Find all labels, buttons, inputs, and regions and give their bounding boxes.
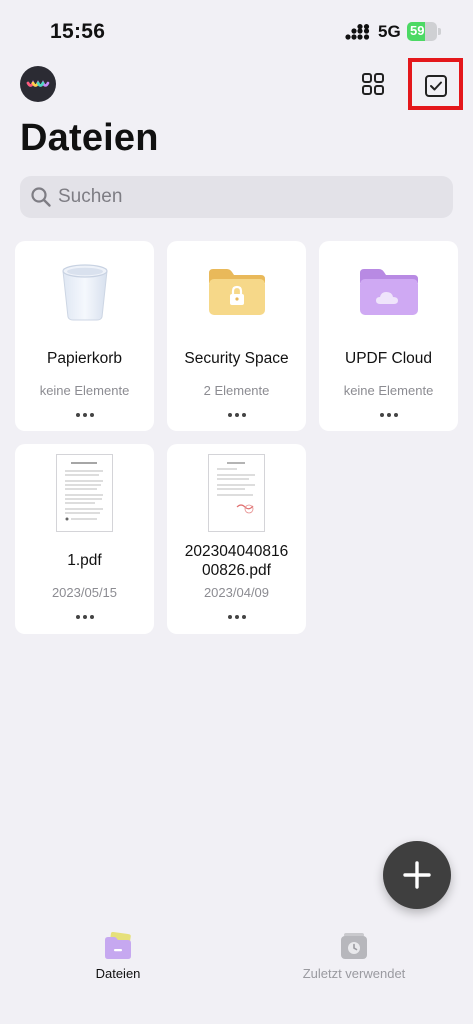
folder-card-updf-cloud[interactable]: UPDF Cloud keine Elemente	[319, 241, 458, 431]
pdf-thumbnail-icon	[56, 454, 113, 532]
file-card[interactable]: 202304040816 00826.pdf 2023/04/09	[167, 444, 306, 634]
trash-bin-icon	[62, 264, 108, 321]
file-name: 202304040816 00826.pdf	[167, 542, 306, 580]
tab-label: Zuletzt verwendet	[302, 966, 406, 981]
checkbox-icon	[425, 75, 447, 97]
battery-icon: 59	[407, 22, 441, 41]
folder-meta: keine Elemente	[39, 383, 130, 398]
folder-card-security-space[interactable]: Security Space 2 Elemente	[167, 241, 306, 431]
network-type: 5G	[378, 22, 401, 41]
tab-dateien[interactable]: Dateien	[38, 930, 198, 990]
more-options-button[interactable]	[374, 408, 404, 422]
battery-percent: 59	[410, 23, 425, 38]
more-options-button[interactable]	[222, 610, 252, 624]
locked-folder-icon	[209, 269, 265, 315]
file-date: 2023/05/15	[51, 585, 118, 600]
file-name-line-2: 00826.pdf	[202, 562, 271, 579]
add-button[interactable]	[383, 841, 451, 909]
folder-tab-icon	[105, 932, 131, 959]
cloud-folder-icon	[360, 269, 418, 315]
folder-name: UPDF Cloud	[345, 350, 432, 367]
more-options-button[interactable]	[70, 408, 100, 422]
more-options-button[interactable]	[222, 408, 252, 422]
account-avatar[interactable]	[20, 66, 56, 102]
file-name-line-1: 202304040816	[184, 543, 289, 560]
recent-clock-icon	[341, 933, 367, 959]
file-card[interactable]: 1.pdf 2023/05/15	[15, 444, 154, 634]
folder-card-trash[interactable]: Papierkorb keine Elemente	[15, 241, 154, 431]
updf-logo-icon	[26, 80, 50, 87]
more-options-button[interactable]	[70, 610, 100, 624]
pdf-thumbnail-icon	[208, 454, 265, 532]
folder-meta: keine Elemente	[343, 383, 434, 398]
select-mode-button[interactable]	[408, 58, 463, 110]
grid-icon	[362, 73, 384, 95]
cellular-signal-icon	[345, 24, 370, 40]
folder-name: Papierkorb	[47, 350, 122, 367]
plus-icon	[403, 861, 431, 889]
page-title: Dateien	[20, 117, 159, 159]
folder-meta: 2 Elemente	[203, 383, 270, 398]
file-date: 2023/04/09	[203, 585, 270, 600]
tab-zuletzt-verwendet[interactable]: Zuletzt verwendet	[274, 930, 434, 990]
search-icon	[31, 187, 51, 207]
status-time: 15:56	[50, 20, 106, 43]
grid-view-button[interactable]	[359, 70, 387, 98]
file-name: 1.pdf	[67, 552, 102, 569]
search-input[interactable]	[58, 184, 438, 210]
status-bar: 15:56 5G 59	[0, 0, 473, 62]
folder-name: Security Space	[184, 350, 289, 367]
tab-label: Dateien	[95, 966, 141, 981]
search-bar[interactable]	[20, 176, 453, 218]
